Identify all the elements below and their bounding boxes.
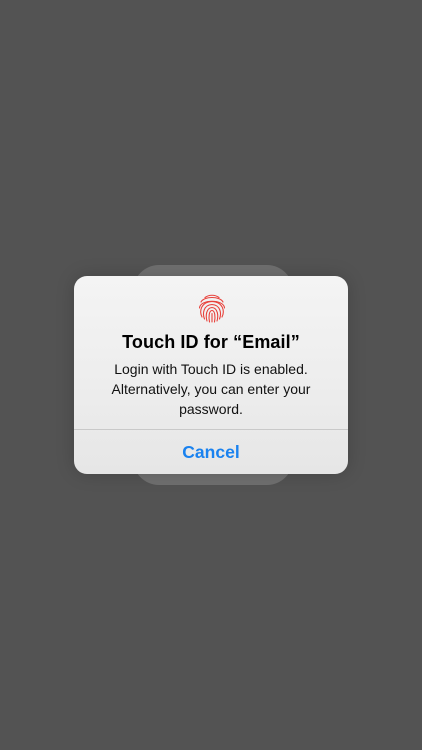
alert-message-line: Login with Touch ID is enabled. bbox=[114, 361, 308, 377]
cancel-button[interactable]: Cancel bbox=[74, 430, 348, 474]
alert-message-line: Alternatively, you can enter your bbox=[111, 381, 311, 397]
alert-title: Touch ID for “Email” bbox=[122, 332, 300, 352]
alert-message: Login with Touch ID is enabled. Alternat… bbox=[92, 359, 330, 419]
fingerprint-icon bbox=[198, 294, 226, 323]
touch-id-alert: Touch ID for “Email” Login with Touch ID… bbox=[74, 276, 348, 474]
alert-message-line: password. bbox=[179, 401, 243, 417]
